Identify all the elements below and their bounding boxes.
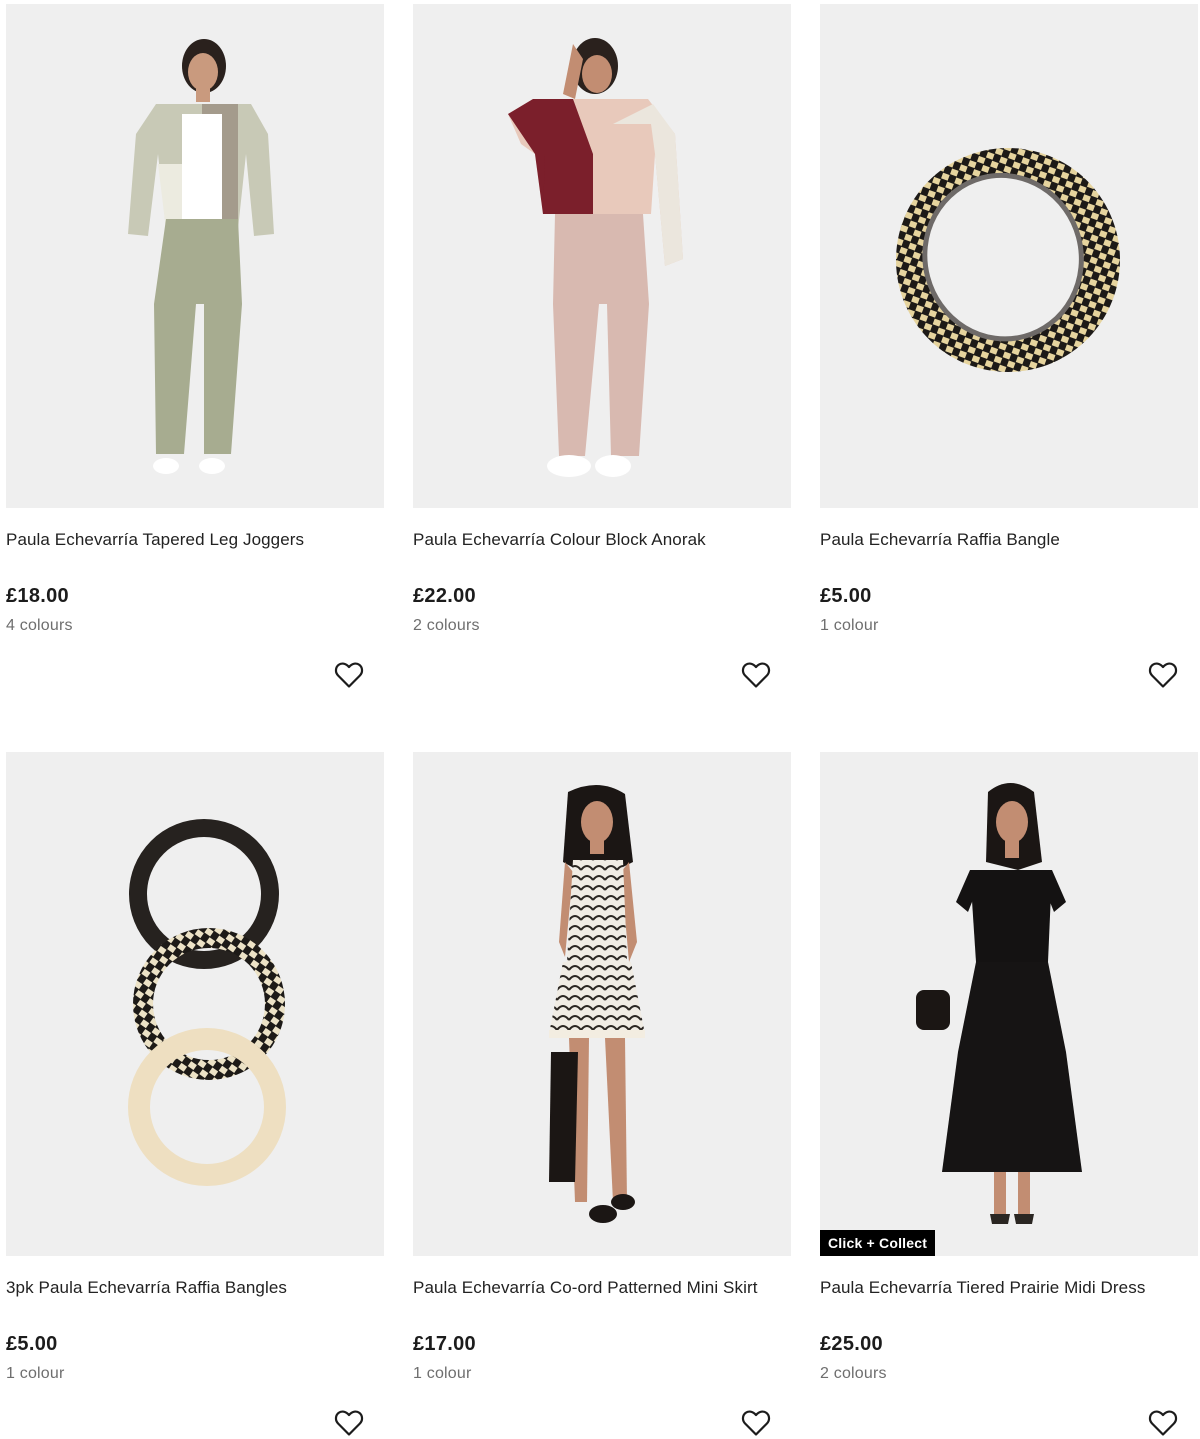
product-image[interactable]: Click + Collect — [820, 752, 1198, 1256]
add-to-wishlist-button[interactable] — [331, 1405, 367, 1439]
bangle-photo — [820, 4, 1198, 508]
product-card[interactable]: Paula Echevarría Colour Block Anorak £22… — [413, 4, 791, 688]
product-image[interactable] — [820, 4, 1198, 508]
add-to-wishlist-button[interactable] — [738, 657, 774, 693]
product-image[interactable] — [413, 4, 791, 508]
heart-outline-icon — [334, 1410, 364, 1436]
add-to-wishlist-button[interactable] — [1145, 657, 1181, 693]
product-card[interactable]: Paula Echevarría Co-ord Patterned Mini S… — [413, 752, 791, 1436]
product-colour-count: 2 colours — [820, 1365, 887, 1382]
add-to-wishlist-button[interactable] — [1145, 1405, 1181, 1439]
product-card[interactable]: Click + Collect Paula Echevarría Tiered … — [820, 752, 1198, 1436]
product-name[interactable]: Paula Echevarría Colour Block Anorak — [413, 530, 706, 550]
product-price: £5.00 — [6, 1333, 58, 1355]
product-card[interactable]: 3pk Paula Echevarría Raffia Bangles £5.0… — [6, 752, 384, 1436]
product-name[interactable]: Paula Echevarría Raffia Bangle — [820, 530, 1060, 550]
product-price: £18.00 — [6, 585, 69, 607]
product-colour-count: 4 colours — [6, 617, 73, 634]
product-price: £17.00 — [413, 1333, 476, 1355]
product-grid: Paula Echevarría Tapered Leg Joggers £18… — [0, 0, 1200, 1439]
product-price: £25.00 — [820, 1333, 883, 1355]
product-colour-count: 1 colour — [413, 1365, 472, 1382]
product-name[interactable]: Paula Echevarría Tiered Prairie Midi Dre… — [820, 1278, 1145, 1298]
heart-outline-icon — [334, 662, 364, 688]
product-colour-count: 1 colour — [6, 1365, 65, 1382]
product-name[interactable]: 3pk Paula Echevarría Raffia Bangles — [6, 1278, 287, 1298]
add-to-wishlist-button[interactable] — [331, 657, 367, 693]
product-colour-count: 2 colours — [413, 617, 480, 634]
product-card[interactable]: Paula Echevarría Raffia Bangle £5.00 1 c… — [820, 4, 1198, 688]
model-photo-anorak — [413, 4, 791, 508]
add-to-wishlist-button[interactable] — [738, 1405, 774, 1439]
product-image[interactable] — [6, 4, 384, 508]
product-price: £22.00 — [413, 585, 476, 607]
product-price: £5.00 — [820, 585, 872, 607]
model-photo-dress — [820, 752, 1198, 1256]
product-image[interactable] — [6, 752, 384, 1256]
product-image[interactable] — [413, 752, 791, 1256]
heart-outline-icon — [1148, 662, 1178, 688]
product-card[interactable]: Paula Echevarría Tapered Leg Joggers £18… — [6, 4, 384, 688]
click-collect-badge: Click + Collect — [820, 1230, 936, 1256]
product-name[interactable]: Paula Echevarría Tapered Leg Joggers — [6, 530, 304, 550]
bangles-photo — [6, 752, 384, 1256]
product-colour-count: 1 colour — [820, 617, 879, 634]
heart-outline-icon — [741, 662, 771, 688]
heart-outline-icon — [1148, 1410, 1178, 1436]
product-name[interactable]: Paula Echevarría Co-ord Patterned Mini S… — [413, 1278, 758, 1298]
heart-outline-icon — [741, 1410, 771, 1436]
model-photo-skirt — [413, 752, 791, 1256]
model-photo-joggers — [6, 4, 384, 508]
